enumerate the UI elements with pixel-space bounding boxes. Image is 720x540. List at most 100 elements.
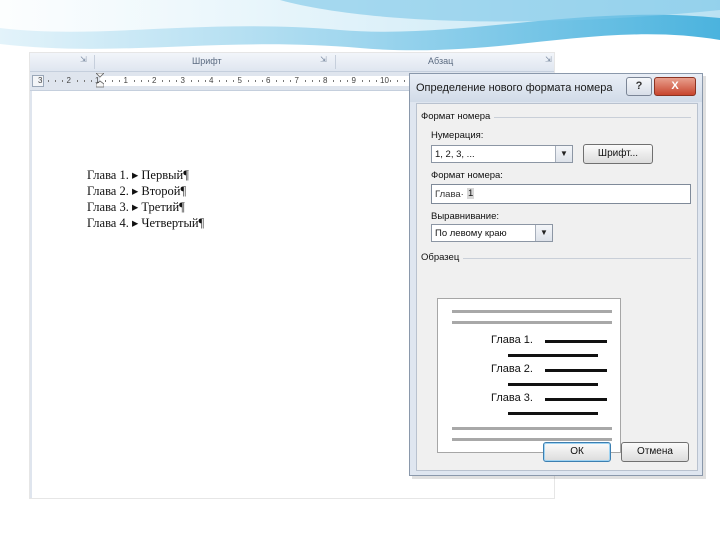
font-dialog-launcher-icon[interactable]: ⇲ (320, 56, 328, 64)
ruler-tick (340, 80, 342, 82)
alignment-value: По левому краю (435, 228, 507, 239)
ruler-tick (375, 80, 377, 82)
document-line[interactable]: Глава 3. ▸ Третий¶ (87, 199, 204, 215)
dialog-body: Формат номера Нумерация: 1, 2, 3, ... ▼ … (416, 103, 698, 471)
section-preview-label: Образец (421, 252, 464, 263)
ruler-tick (76, 80, 78, 82)
preview-item-label: Глава 2. (491, 363, 533, 375)
number-field-code: 1 (467, 188, 475, 199)
ruler-number: 2 (66, 76, 71, 85)
font-button[interactable]: Шрифт... (583, 144, 653, 164)
ruler-tick (247, 80, 249, 82)
preview-text-line (545, 369, 607, 372)
ruler-tick (311, 80, 313, 82)
ruler-tick (83, 80, 85, 82)
document-line[interactable]: Глава 2. ▸ Второй¶ (87, 183, 204, 199)
ruler-number: 7 (294, 76, 299, 85)
ribbon-separator (335, 55, 336, 69)
ruler-number: 5 (237, 76, 242, 85)
preview-item-label: Глава 3. (491, 392, 533, 404)
ruler-tick (233, 80, 235, 82)
cancel-button[interactable]: Отмена (621, 442, 689, 462)
ruler-tick (347, 80, 349, 82)
ruler-tick (361, 80, 363, 82)
ruler-tick (276, 80, 278, 82)
number-format-label: Формат номера: (431, 170, 503, 181)
preview-item-label: Глава 1. (491, 334, 533, 346)
ruler-tick (55, 80, 57, 82)
ruler-tick (333, 80, 335, 82)
preview-text-line (545, 340, 607, 343)
chevron-down-icon[interactable]: ▼ (535, 225, 552, 241)
numbering-style-value: 1, 2, 3, ... (435, 149, 475, 160)
dialog-launcher-icon[interactable]: ⇲ (80, 56, 88, 64)
ruler-number: 4 (209, 76, 214, 85)
ruler-number: 3 (180, 76, 185, 85)
numbering-label: Нумерация: (431, 130, 484, 141)
ruler-tick (219, 80, 221, 82)
ruler-tick (254, 80, 256, 82)
ruler-tick (133, 80, 135, 82)
preview-gray-line (452, 427, 612, 430)
ruler-tick (176, 80, 178, 82)
ruler-number: 3 (38, 76, 43, 85)
preview-text-line (508, 412, 598, 415)
alignment-dropdown[interactable]: По левому краю ▼ (431, 224, 553, 242)
chevron-down-icon[interactable]: ▼ (555, 146, 572, 162)
ruler-tick (140, 80, 142, 82)
help-button[interactable]: ? (626, 77, 652, 96)
vertical-ruler (30, 91, 32, 498)
ribbon-separator (94, 55, 95, 69)
preview-gray-line (452, 321, 612, 324)
dialog-titlebar[interactable]: Определение нового формата номера ? X (410, 74, 702, 102)
ruler-tick (261, 80, 263, 82)
ruler-tick (404, 80, 406, 82)
ruler-tick (368, 80, 370, 82)
ruler-tick (190, 80, 192, 82)
ribbon-group-labels: ⇲ Шрифт ⇲ Абзац ⇲ (30, 53, 554, 72)
ruler-tick (397, 80, 399, 82)
ruler-tick (169, 80, 171, 82)
ruler-number: 9 (351, 76, 356, 85)
ruler-tick (90, 80, 92, 82)
alignment-label: Выравнивание: (431, 211, 500, 222)
ruler-tick (62, 80, 64, 82)
ruler-tick (162, 80, 164, 82)
define-number-format-dialog: Определение нового формата номера ? X Фо… (409, 73, 703, 476)
ruler-tick (290, 80, 292, 82)
ruler-tick (226, 80, 228, 82)
number-format-input[interactable]: Глава· 1 (431, 184, 691, 204)
ruler-tick (112, 80, 114, 82)
ruler-number: 6 (266, 76, 271, 85)
preview-gray-line (452, 310, 612, 313)
ruler-tick (197, 80, 199, 82)
format-preview: Глава 1. Глава 2. Глава 3. (437, 298, 621, 453)
section-divider (425, 258, 691, 259)
document-body[interactable]: Глава 1. ▸ Первый¶ Глава 2. ▸ Второй¶ Гл… (87, 167, 204, 231)
number-format-prefix: Глава· (435, 189, 464, 200)
preview-text-line (545, 398, 607, 401)
ok-button[interactable]: ОК (543, 442, 611, 462)
ruler-number: 2 (152, 76, 157, 85)
document-line[interactable]: Глава 4. ▸ Четвертый¶ (87, 215, 204, 231)
ruler-tick (318, 80, 320, 82)
ruler-number: 1 (95, 76, 100, 85)
ruler-tick (283, 80, 285, 82)
ruler-tick (390, 80, 392, 82)
section-number-format-label: Формат номера (421, 111, 495, 122)
preview-text-line (508, 383, 598, 386)
preview-text-line (508, 354, 598, 357)
numbering-style-dropdown[interactable]: 1, 2, 3, ... ▼ (431, 145, 573, 163)
ruler-number: 1 (123, 76, 128, 85)
ruler-number: 10 (380, 76, 389, 85)
ruler-tick (119, 80, 121, 82)
paragraph-dialog-launcher-icon[interactable]: ⇲ (545, 56, 553, 64)
document-line[interactable]: Глава 1. ▸ Первый¶ (87, 167, 204, 183)
ruler-tick (304, 80, 306, 82)
ruler-tick (105, 80, 107, 82)
close-button[interactable]: X (654, 77, 696, 96)
ruler-tick (48, 80, 50, 82)
ruler-tick (147, 80, 149, 82)
dialog-title: Определение нового формата номера (416, 82, 613, 94)
ruler-number: 8 (323, 76, 328, 85)
